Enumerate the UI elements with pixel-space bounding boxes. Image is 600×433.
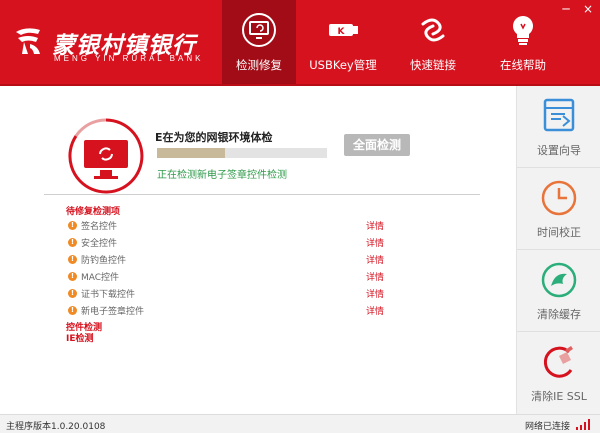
nav-label: 在线帮助: [500, 58, 546, 72]
item-name: 签名控件: [81, 222, 118, 232]
item-name: MAC控件: [81, 273, 120, 283]
nav-label: 检测修复: [236, 58, 282, 72]
nav-label: USBKey管理: [309, 58, 377, 72]
check-title: E在为您的网银环境体检: [155, 131, 273, 144]
divider: [44, 194, 480, 195]
warning-icon: !: [68, 306, 77, 315]
sidebar-item-setup-wizard[interactable]: 设置向导: [517, 86, 600, 168]
item-name: 安全控件: [81, 239, 118, 249]
clear-cache-icon: [541, 262, 577, 298]
details-link[interactable]: 详情: [366, 253, 384, 266]
close-button[interactable]: ×: [580, 2, 596, 16]
details-link[interactable]: 详情: [366, 287, 384, 300]
svg-text:K: K: [338, 27, 346, 37]
warning-icon: !: [68, 272, 77, 281]
wizard-icon: [543, 98, 575, 132]
sidebar-item-clear-ie-ssl[interactable]: 清除IE SSL: [517, 332, 600, 414]
nav-item-usbkey[interactable]: K USBKey管理: [300, 0, 386, 84]
sidebar-label: 时间校正: [537, 226, 581, 239]
version-text: 主程序版本1.0.20.0108: [6, 422, 106, 432]
broom-icon: [543, 346, 573, 378]
details-link[interactable]: 详情: [366, 236, 384, 249]
scan-progress-fill: [157, 148, 225, 158]
section-ie-check: IE检测: [66, 334, 94, 344]
sidebar-label: 设置向导: [537, 144, 581, 157]
warning-icon: !: [68, 221, 77, 230]
full-scan-button[interactable]: 全面检测: [344, 134, 410, 156]
monitor-check-icon: [68, 118, 144, 194]
status-bar: 主程序版本1.0.20.0108 网络已连接: [0, 414, 600, 433]
items-section-title: 待修复检测项: [66, 207, 121, 217]
scan-status: 正在检测新电子签章控件检测: [157, 170, 287, 181]
list-item: ! 安全控件 详情: [68, 235, 408, 251]
monitor-refresh-icon: [242, 13, 276, 47]
sidebar-label: 清除IE SSL: [531, 390, 587, 403]
main-panel: E在为您的网银环境体检 全面检测 正在检测新电子签章控件检测 待修复检测项 ! …: [0, 86, 516, 414]
list-item: ! 签名控件 详情: [68, 218, 408, 234]
usb-key-icon: K: [329, 24, 358, 37]
nav-item-detect-repair[interactable]: 检测修复: [222, 0, 296, 84]
warning-icon: !: [68, 255, 77, 264]
logo-subtitle: MENG YIN RURAL BANK: [54, 54, 204, 63]
details-link[interactable]: 详情: [366, 270, 384, 283]
nav-item-online-help[interactable]: 在线帮助: [480, 0, 566, 84]
nav-item-quick-links[interactable]: 快速链接: [390, 0, 476, 84]
sidebar-item-time-correct[interactable]: 时间校正: [517, 168, 600, 250]
lightbulb-icon: [513, 16, 533, 45]
network-status: 网络已连接: [524, 422, 570, 432]
right-sidebar: 设置向导 时间校正 清除缓存 清除IE SSL: [516, 86, 600, 414]
item-name: 证书下载控件: [81, 290, 136, 300]
details-link[interactable]: 详情: [366, 219, 384, 232]
warning-icon: !: [68, 289, 77, 298]
details-link[interactable]: 详情: [366, 304, 384, 317]
list-item: ! 防钓鱼控件 详情: [68, 252, 408, 268]
warning-icon: !: [68, 238, 77, 247]
clock-icon: [541, 180, 577, 216]
list-item: ! 新电子签章控件 详情: [68, 303, 408, 319]
bank-logo: 蒙银村镇银行 MENG YIN RURAL BANK: [12, 24, 212, 68]
list-item: ! 证书下载控件 详情: [68, 286, 408, 302]
header: 蒙银村镇银行 MENG YIN RURAL BANK 检测修复 K USBKey…: [0, 0, 600, 86]
minimize-button[interactable]: ─: [558, 2, 574, 16]
item-name: 新电子签章控件: [81, 307, 145, 317]
scan-progress-bar: [157, 148, 327, 158]
main-nav: 检测修复 K USBKey管理 快速链接 在线帮助: [222, 0, 566, 84]
window-controls: ─ ×: [558, 2, 596, 16]
nav-label: 快速链接: [410, 58, 456, 72]
sidebar-item-clear-cache[interactable]: 清除缓存: [517, 250, 600, 332]
link-icon: [421, 18, 445, 42]
list-item: ! MAC控件 详情: [68, 269, 408, 285]
signal-icon: [576, 419, 590, 430]
bank-logo-icon: [16, 28, 40, 54]
sidebar-label: 清除缓存: [537, 308, 581, 321]
item-name: 防钓鱼控件: [81, 256, 127, 266]
